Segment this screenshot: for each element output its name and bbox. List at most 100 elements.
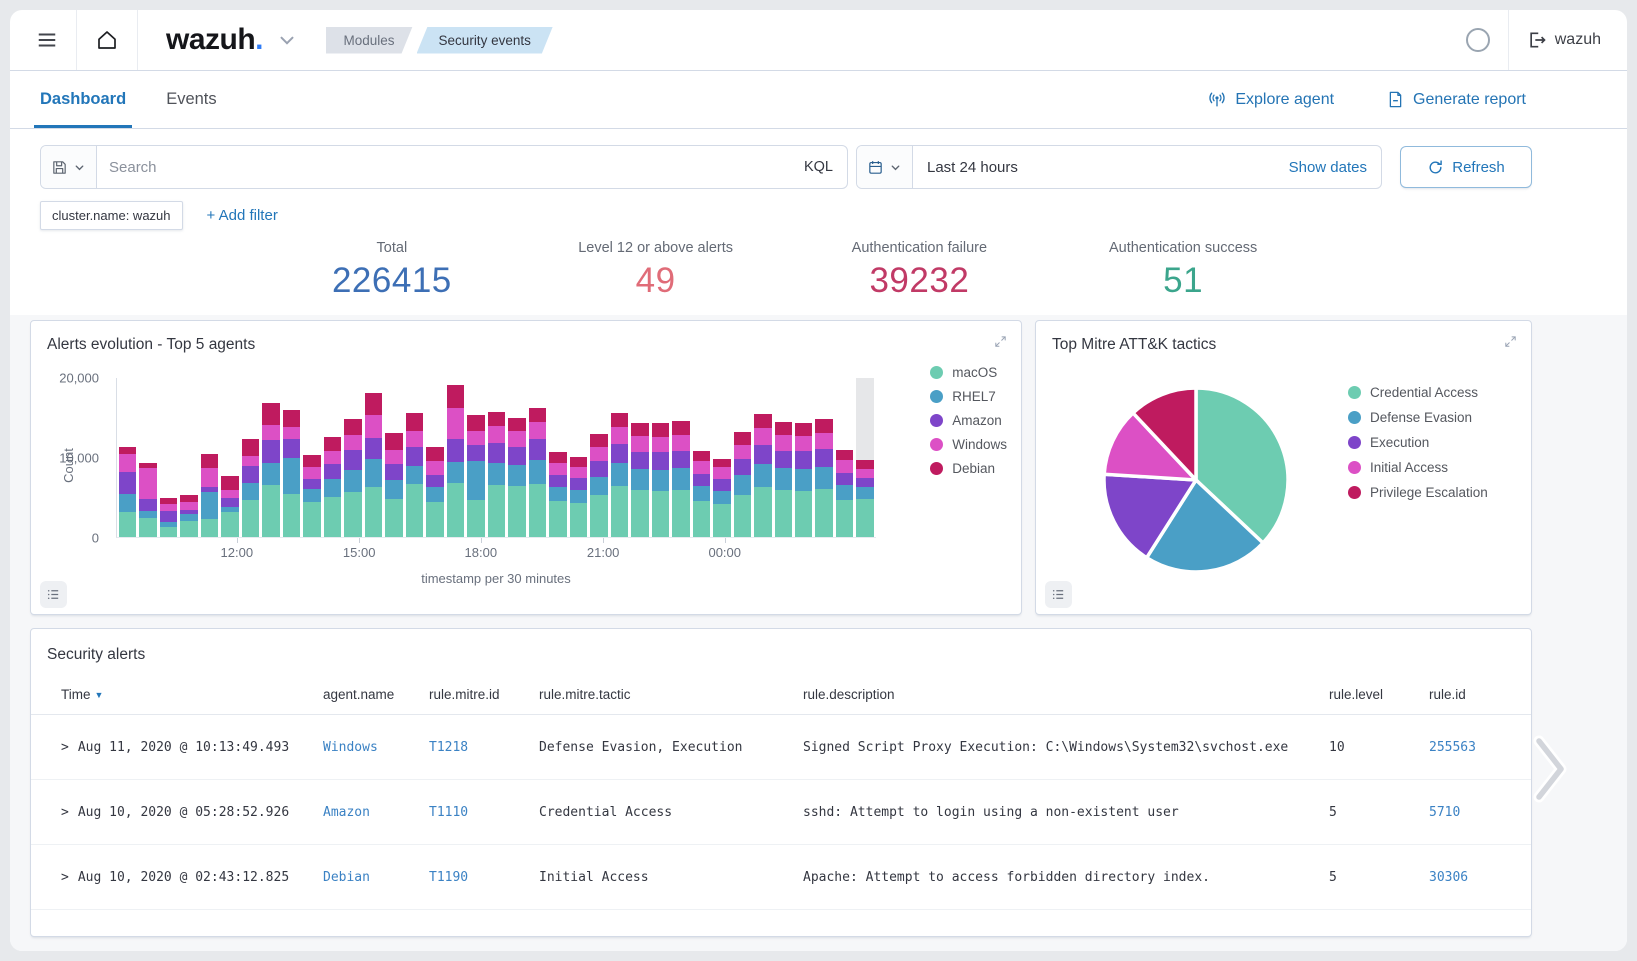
bar-17[interactable] [467,378,484,537]
bar-25[interactable] [631,378,648,537]
bar-35[interactable] [836,378,853,537]
bar-36[interactable] [856,378,873,537]
bar-segment-macos [180,521,197,537]
breadcrumb-security-events[interactable]: Security events [417,27,553,54]
bar-20[interactable] [529,378,546,537]
kql-toggle[interactable]: KQL [790,159,847,175]
bar-12[interactable] [365,378,382,537]
bar-5[interactable] [221,378,238,537]
home-icon[interactable] [95,28,119,52]
expand-panel-icon[interactable] [991,332,1010,351]
bar-21[interactable] [549,378,566,537]
wazuh-logo[interactable]: wazuh. [166,23,264,57]
column-header-agent-name[interactable]: agent.name [323,687,429,702]
bar-segment-debian [406,413,423,431]
health-status-icon[interactable] [1466,28,1490,52]
saved-query-menu[interactable] [41,146,97,188]
pie-legend-item-privilege-escalation[interactable]: Privilege Escalation [1348,485,1488,500]
inspect-panel-icon[interactable] [1045,581,1072,608]
bar-33[interactable] [795,378,812,537]
show-dates-button[interactable]: Show dates [1275,159,1381,176]
menu-hamburger-icon[interactable] [36,29,58,51]
bar-26[interactable] [652,378,669,537]
column-header-rule-mitre-tactic[interactable]: rule.mitre.tactic [539,687,803,702]
bar-30[interactable] [734,378,751,537]
bar-23[interactable] [590,378,607,537]
inspect-panel-icon[interactable] [40,581,67,608]
user-menu[interactable]: wazuh [1527,30,1601,50]
cell-mitre-id[interactable]: T1218 [429,740,539,755]
bar-15[interactable] [426,378,443,537]
column-header-rule-mitre-id[interactable]: rule.mitre.id [429,687,539,702]
column-header-rule-description[interactable]: rule.description [803,687,1329,702]
column-header-rule-level[interactable]: rule.level [1329,687,1429,702]
bar-14[interactable] [406,378,423,537]
generate-report-button[interactable]: Generate report [1380,89,1532,110]
date-quick-menu[interactable] [857,146,913,188]
bar-22[interactable] [570,378,587,537]
bar-8[interactable] [283,378,300,537]
cell-rule-id[interactable]: 5710 [1429,805,1531,820]
bar-16[interactable] [447,378,464,537]
cell-mitre-id[interactable]: T1110 [429,805,539,820]
sort-desc-icon[interactable]: ▼ [95,690,104,700]
cell-rule-id[interactable]: 30306 [1429,870,1531,885]
column-header-time[interactable]: Time▼ [61,687,323,702]
expand-row-icon[interactable]: > [61,740,69,755]
pie-legend-item-credential-access[interactable]: Credential Access [1348,385,1488,400]
bar-31[interactable] [754,378,771,537]
bar-11[interactable] [344,378,361,537]
breadcrumb-modules[interactable]: Modules [326,27,413,54]
bar-legend-item-windows[interactable]: Windows [930,437,1007,452]
bar-segment-rhel7 [754,464,771,486]
bar-7[interactable] [262,378,279,537]
bar-3[interactable] [180,378,197,537]
add-filter-button[interactable]: + Add filter [201,206,284,225]
refresh-button[interactable]: Refresh [1400,146,1532,188]
bar-32[interactable] [775,378,792,537]
bar-10[interactable] [324,378,341,537]
cell-agent-name[interactable]: Debian [323,870,429,885]
pie-chart[interactable] [1100,384,1292,576]
pie-legend-item-execution[interactable]: Execution [1348,435,1488,450]
bar-9[interactable] [303,378,320,537]
next-page-chevron-icon[interactable] [1531,733,1569,805]
bar-29[interactable] [713,378,730,537]
pie-legend-item-defense-evasion[interactable]: Defense Evasion [1348,410,1488,425]
tab-dashboard[interactable]: Dashboard [40,71,126,128]
expand-row-icon[interactable]: > [61,870,69,885]
bar-6[interactable] [242,378,259,537]
bar-0[interactable] [119,378,136,537]
bar-24[interactable] [611,378,628,537]
expand-panel-icon[interactable] [1501,332,1520,351]
cell-agent-name[interactable]: Amazon [323,805,429,820]
search-input[interactable] [97,159,790,176]
bar-legend-item-rhel7[interactable]: RHEL7 [930,389,1007,404]
tab-events[interactable]: Events [166,71,216,128]
filter-chip-cluster-name[interactable]: cluster.name: wazuh [40,201,183,230]
column-header-rule-id[interactable]: rule.id [1429,687,1531,702]
bar-34[interactable] [815,378,832,537]
bar-1[interactable] [139,378,156,537]
bar-28[interactable] [693,378,710,537]
explore-agent-button[interactable]: Explore agent [1201,89,1340,111]
stacked-bar-chart[interactable] [116,378,876,538]
cell-mitre-id[interactable]: T1190 [429,870,539,885]
bar-4[interactable] [201,378,218,537]
pie-legend-item-initial-access[interactable]: Initial Access [1348,460,1488,475]
bar-19[interactable] [508,378,525,537]
cell-agent-name[interactable]: Windows [323,740,429,755]
app-switcher-chevron-down-icon[interactable] [276,29,298,51]
bar-segment-windows [836,460,853,473]
bar-legend-item-amazon[interactable]: Amazon [930,413,1007,428]
cell-rule-id[interactable]: 255563 [1429,740,1531,755]
expand-row-icon[interactable]: > [61,805,69,820]
bar-18[interactable] [488,378,505,537]
bar-13[interactable] [385,378,402,537]
bar-2[interactable] [160,378,177,537]
bar-legend-item-macos[interactable]: macOS [930,365,1007,380]
bar-27[interactable] [672,378,689,537]
cell-rule-description: Apache: Attempt to access forbidden dire… [803,870,1329,885]
bar-legend-item-debian[interactable]: Debian [930,461,1007,476]
time-range-value[interactable]: Last 24 hours [913,159,1275,176]
